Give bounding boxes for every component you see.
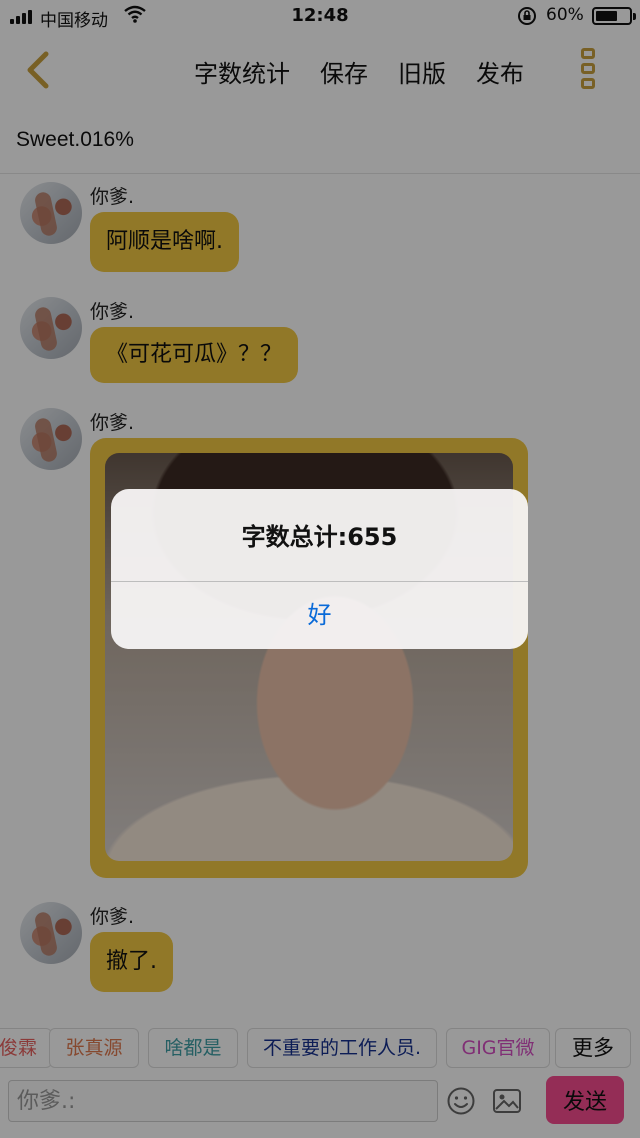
word-count-alert: 字数总计:655 好 [111, 489, 528, 649]
alert-ok-button[interactable]: 好 [111, 582, 528, 649]
alert-title: 字数总计:655 [241, 523, 398, 551]
